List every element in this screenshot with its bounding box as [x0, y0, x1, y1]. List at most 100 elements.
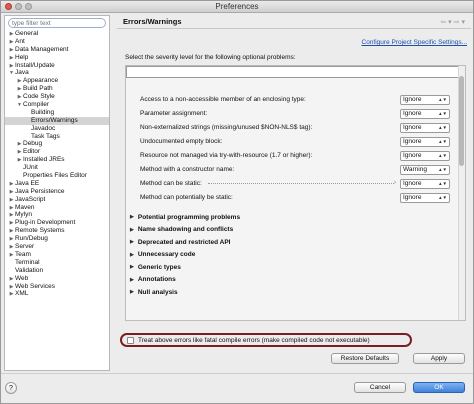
sidebar-item-ant[interactable]: ▶ Ant [5, 38, 109, 46]
collapsed-triangle-icon[interactable]: ▶ [130, 264, 134, 270]
sidebar-item-label: JUnit [23, 164, 38, 172]
section-potential-programming-problems[interactable]: ▶ Potential programming problems [130, 212, 240, 222]
scrollbar-thumb[interactable] [459, 76, 464, 166]
minimize-window-button[interactable] [15, 3, 22, 10]
section-label: Null analysis [137, 288, 178, 296]
updown-arrows-icon: ▲▼ [438, 125, 447, 130]
close-window-button[interactable] [5, 3, 12, 10]
section-label: Name shadowing and conflicts [137, 226, 234, 233]
partially-visible-row [126, 66, 459, 78]
severity-select[interactable]: Ignore ▲▼ [400, 136, 450, 147]
options-scroll-area[interactable]: Access to a non-accessible member of an … [125, 65, 466, 321]
collapsed-triangle-icon[interactable]: ▶ [130, 239, 134, 245]
severity-value: Ignore [403, 124, 422, 131]
severity-select[interactable]: Ignore ▲▼ [400, 108, 450, 119]
collapsed-triangle-icon[interactable]: ▶ [130, 214, 134, 220]
severity-select[interactable]: Ignore ▲▼ [400, 150, 450, 161]
severity-select[interactable]: Ignore ▲▼ [400, 178, 450, 189]
sidebar-item-label: General [15, 30, 39, 37]
sidebar-item-building[interactable]: Building [5, 109, 109, 117]
option-row: Method with a constructor name: Warning ▲▼ [140, 164, 450, 175]
severity-select[interactable]: Ignore ▲▼ [400, 122, 450, 133]
section-deprecated-and-restricted-api[interactable]: ▶ Deprecated and restricted API [130, 237, 230, 247]
sidebar-item-data-management[interactable]: ▶ Data Management [5, 46, 109, 54]
sidebar-item-validation[interactable]: Validation [5, 267, 109, 275]
option-row: Method can potentially be static: Ignore ▲… [140, 192, 450, 203]
sidebar-item-build-path[interactable]: ▶ Build Path [5, 85, 109, 93]
section-label: Deprecated and restricted API [137, 238, 231, 246]
sidebar-item-errors-warnings[interactable]: Errors/Warnings [5, 116, 109, 125]
sidebar-item-label: Web [15, 274, 29, 282]
sidebar-item-javadoc[interactable]: Javadoc [5, 125, 109, 133]
sidebar-item-label: Code Style [23, 93, 55, 101]
sidebar-item-java[interactable]: ▼Java [5, 69, 109, 77]
sidebar-item-label: Building [31, 108, 55, 116]
sidebar-item-task-tags[interactable]: Task Tags [5, 133, 109, 141]
sidebar-item-compiler[interactable]: ▼Compiler [5, 101, 109, 109]
sidebar-item-help[interactable]: ▶ Help [5, 54, 109, 62]
section-annotations[interactable]: ▶ Annotations [130, 275, 176, 285]
treat-errors-option[interactable]: Treat above errors like fatal compile er… [120, 333, 412, 347]
configure-project-settings-link[interactable]: Configure Project Specific Settings... [362, 39, 468, 46]
section-label: Unnecessary code [137, 251, 196, 258]
sidebar-item-remote-systems[interactable]: ▶ Remote Systems [5, 227, 109, 235]
window-title: Preferences [215, 2, 259, 11]
cancel-button[interactable]: Cancel [354, 382, 406, 393]
severity-value: Warning [403, 166, 427, 173]
sidebar-item-junit[interactable]: JUnit [5, 164, 109, 172]
expanded-twisty-icon[interactable]: ▼ [16, 102, 23, 110]
sidebar-item-java-ee[interactable]: ▶ Java EE [5, 180, 109, 188]
sidebar-item-general[interactable]: ▶ General [5, 30, 109, 38]
updown-arrows-icon: ▲▼ [438, 195, 447, 200]
collapsed-triangle-icon[interactable]: ▶ [130, 289, 134, 295]
collapsed-triangle-icon[interactable]: ▶ [130, 227, 134, 233]
section-unnecessary-code[interactable]: ▶ Unnecessary code [130, 250, 195, 260]
sidebar-item-code-style[interactable]: ▶ Code Style [5, 93, 109, 101]
sidebar-item-debug[interactable]: ▶ Debug [5, 140, 109, 148]
sidebar-item-maven[interactable]: ▶ Maven [5, 204, 109, 212]
sidebar-item-xml[interactable]: ▶ XML [5, 290, 109, 298]
collapsed-triangle-icon[interactable]: ▶ [130, 277, 134, 283]
sidebar-item-mylyn[interactable]: ▶ Mylyn [5, 211, 109, 219]
sidebar-item-team[interactable]: ▶ Team [5, 251, 109, 259]
apply-button[interactable]: Apply [413, 353, 465, 364]
filter-input[interactable] [12, 19, 102, 27]
sidebar-item-java-persistence[interactable]: ▶ Java Persistence [5, 188, 109, 196]
sidebar-item-web-services[interactable]: ▶ Web Services [5, 283, 109, 291]
ok-button[interactable]: OK [413, 382, 465, 393]
section-generic-types[interactable]: ▶ Generic types [130, 262, 181, 272]
sidebar-item-terminal[interactable]: Terminal [5, 259, 109, 267]
arrowhead-icon: › [394, 180, 396, 186]
title-bar: Preferences [1, 1, 473, 13]
option-row: Access to a non-accessible member of an … [140, 94, 450, 105]
sidebar-item-label: Web Services [15, 282, 55, 290]
sidebar-item-web[interactable]: ▶ Web [5, 275, 109, 283]
sidebar-item-label: Compiler [23, 101, 50, 109]
sidebar-item-editor[interactable]: ▶ Editor [5, 148, 109, 156]
section-null-analysis[interactable]: ▶ Null analysis [130, 287, 178, 297]
sidebar-item-appearance[interactable]: ▶ Appearance [5, 77, 109, 85]
sidebar-item-run-debug[interactable]: ▶ Run/Debug [5, 235, 109, 243]
sidebar-item-server[interactable]: ▶ Server [5, 243, 109, 251]
restore-defaults-button[interactable]: Restore Defaults [331, 353, 399, 364]
back-arrow-icon[interactable]: ⇦ ▾ [440, 18, 451, 26]
vertical-scrollbar[interactable] [458, 66, 465, 320]
sidebar-item-javascript[interactable]: ▶ JavaScript [5, 196, 109, 204]
zoom-window-button[interactable] [25, 3, 32, 10]
filter-field[interactable] [8, 18, 106, 28]
help-icon[interactable]: ? [5, 382, 17, 394]
severity-select[interactable]: Ignore ▲▼ [400, 94, 450, 105]
sidebar-item-plug-in-development[interactable]: ▶ Plug-in Development [5, 219, 109, 227]
treat-errors-checkbox[interactable] [127, 336, 134, 344]
section-name-shadowing-and-conflicts[interactable]: ▶ Name shadowing and conflicts [130, 225, 233, 235]
sidebar-item-install-update[interactable]: ▶ Install/Update [5, 62, 109, 70]
sidebar-item-label: Ant [15, 37, 25, 45]
sidebar-item-installed-jres[interactable]: ▶ Installed JREs [5, 156, 109, 164]
severity-select[interactable]: Ignore ▲▼ [400, 192, 450, 203]
expanded-twisty-icon[interactable]: ▼ [8, 70, 15, 78]
collapsed-twisty-icon[interactable]: ▶ [8, 291, 15, 299]
collapsed-triangle-icon[interactable]: ▶ [130, 252, 134, 258]
severity-select[interactable]: Warning ▲▼ [400, 164, 450, 175]
sidebar-item-properties-files-editor[interactable]: Properties Files Editor [5, 172, 109, 180]
forward-arrow-icon[interactable]: ⇨ ▾ [454, 18, 465, 26]
